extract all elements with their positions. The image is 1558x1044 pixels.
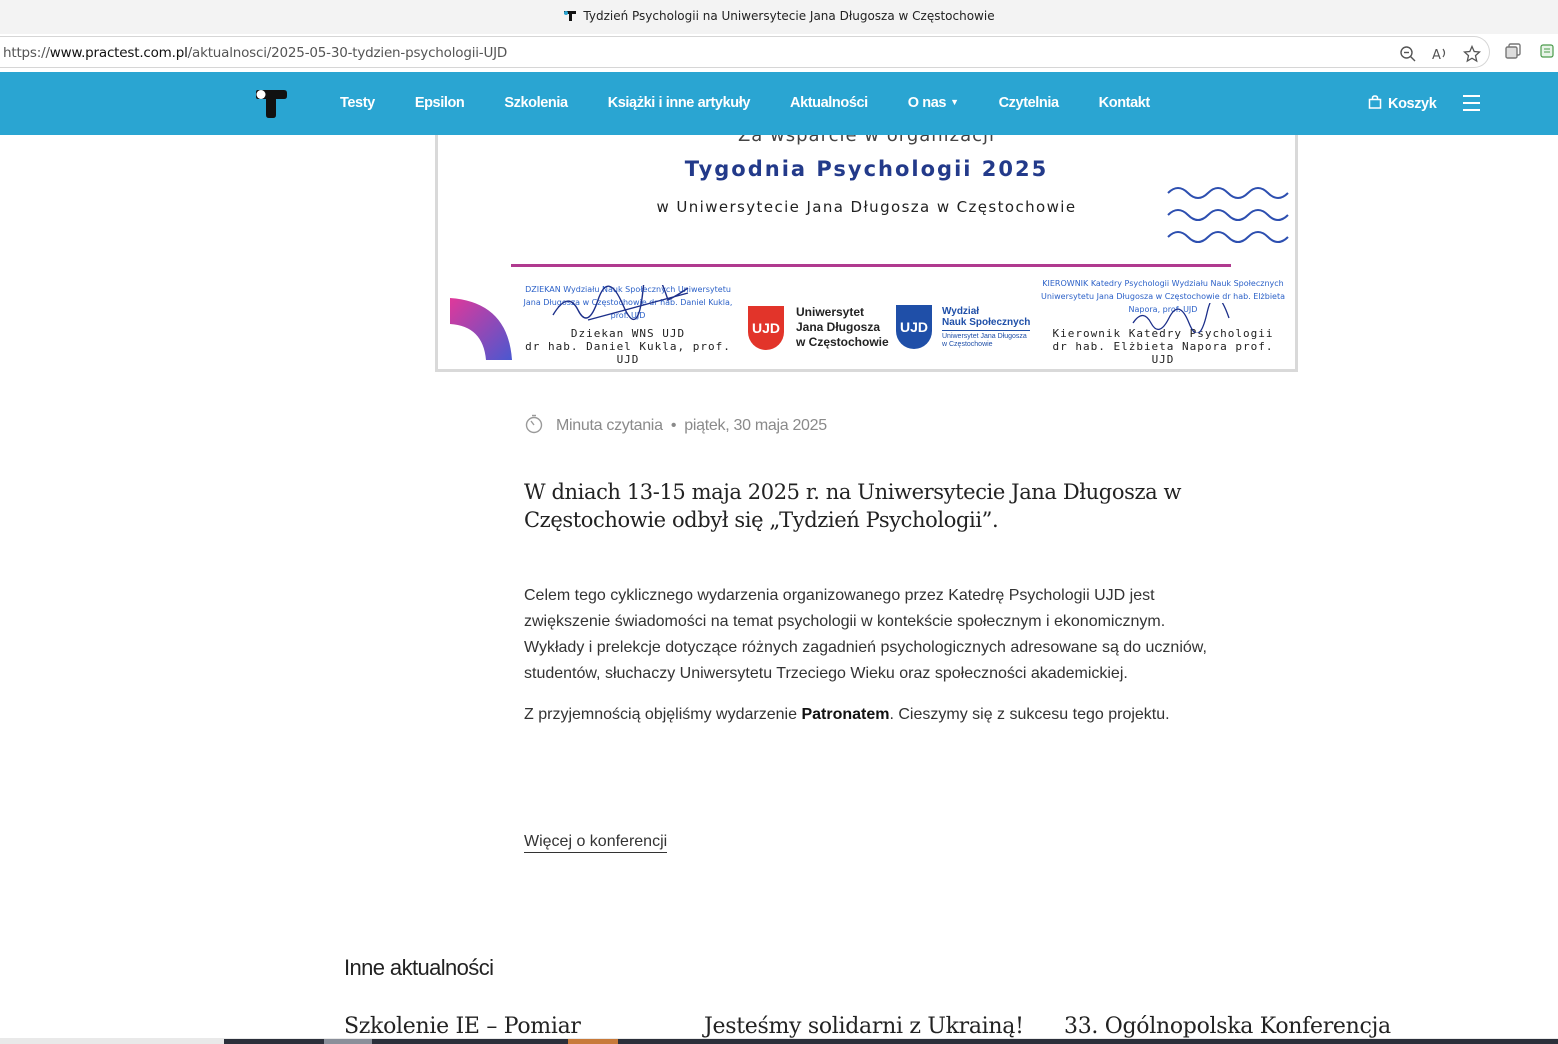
chevron-down-icon: ▼ [950, 97, 959, 107]
nav-item-czytelnia[interactable]: Czytelnia [999, 95, 1059, 111]
stopwatch-icon [525, 414, 543, 434]
zoom-out-icon[interactable] [1399, 45, 1417, 63]
article-hero-image: Za wsparcie w organizacji Tygodnia Psych… [435, 135, 1298, 372]
ujd-name-line-1: Uniwersytet [796, 305, 865, 319]
other-news-heading: Inne aktualności [344, 955, 494, 980]
ujd-name-line-2: Jana Długosza [796, 320, 881, 334]
url-domain: www.practest.com.pl [49, 45, 188, 61]
poster-headline: Tygodnia Psychologii 2025 [684, 157, 1049, 181]
cart-label: Koszyk [1388, 96, 1437, 112]
dean-handwritten-signature [552, 285, 689, 321]
dean-signature-block: DZIEKAN Wydziału Nauk Społecznych Uniwer… [518, 285, 738, 366]
wns-small-line-2: w Częstochowie [942, 340, 993, 348]
site-favicon-icon [564, 11, 577, 21]
head-name: dr hab. Elżbieta Napora prof. UJD [1052, 340, 1274, 366]
address-bar[interactable]: https://www.practest.com.pl/aktualnosci/… [0, 36, 1490, 68]
article-date: piątek, 30 maja 2025 [684, 417, 827, 434]
dean-name: dr hab. Daniel Kukla, prof. UJD [525, 340, 731, 366]
browser-title-bar: Tydzień Psychologii na Uniwersytecie Jan… [0, 0, 1558, 34]
taskbar-strip [0, 1038, 1558, 1044]
tab-title-row: Tydzień Psychologii na Uniwersytecie Jan… [0, 9, 1558, 23]
url-path: /aktualnosci/2025-05-30-tydzien-psycholo… [187, 45, 508, 61]
meta-separator: • [670, 417, 677, 434]
cart-button[interactable]: Koszyk [1368, 95, 1437, 112]
poster-divider [511, 264, 1231, 267]
svg-text:A: A [1432, 48, 1441, 63]
wns-name-line-2: Nauk Społecznych [942, 316, 1031, 328]
practest-logo-icon[interactable] [254, 89, 288, 119]
ujd-name-line-3: w Częstochowie [796, 335, 889, 349]
collections-icon[interactable] [1504, 42, 1522, 60]
main-menu: Testy Epsilon Szkolenia Książki i inne a… [340, 95, 1190, 111]
wns-small-line-1: Uniwersytet Jana Długosza [942, 332, 1027, 340]
wns-name-line-1: Wydział [942, 305, 980, 317]
read-aloud-icon[interactable]: A [1431, 45, 1449, 63]
poster-cut-line: Za wsparcie w organizacji [737, 135, 996, 146]
decorative-arc-icon [450, 298, 512, 360]
shopping-bag-icon [1368, 95, 1382, 109]
url-text[interactable]: https://www.practest.com.pl/aktualnosci/… [3, 45, 507, 61]
article-lead: W dniach 13-15 maja 2025 r. na Uniwersyt… [524, 480, 1182, 532]
article-meta: Minuta czytania • piątek, 30 maja 2025 [524, 414, 827, 435]
favorite-star-icon[interactable] [1463, 45, 1481, 63]
nav-item-szkolenia[interactable]: Szkolenia [504, 95, 568, 111]
url-prefix: https:// [3, 45, 50, 61]
ujd-logo-badge: UJD [748, 305, 784, 350]
article-paragraph-1: Celem tego cyklicznego wydarzenia organi… [524, 587, 1207, 682]
extension-icon[interactable] [1538, 42, 1556, 60]
tab-title: Tydzień Psychologii na Uniwersytecie Jan… [583, 9, 995, 23]
nav-item-epsilon[interactable]: Epsilon [415, 95, 465, 111]
site-navbar: Testy Epsilon Szkolenia Książki i inne a… [0, 72, 1558, 135]
dean-title: Dziekan WNS UJD [570, 327, 686, 340]
nav-item-aktualnosci[interactable]: Aktualności [790, 95, 868, 111]
news-card-title-2[interactable]: Jesteśmy solidarni z Ukrainą! [704, 1014, 1024, 1039]
nav-item-kontakt[interactable]: Kontakt [1099, 95, 1151, 111]
nav-item-testy[interactable]: Testy [340, 95, 375, 111]
article-paragraph-2: Z przyjemnością objęliśmy wydarzenie Pat… [524, 706, 1170, 723]
nav-item-o-nas-label: O nas [907, 95, 947, 111]
more-about-conference-link[interactable]: Więcej o konferencji [524, 833, 668, 853]
news-card-title-1[interactable]: Szkolenie IE – Pomiar [344, 1014, 581, 1039]
news-card-title-3[interactable]: 33. Ogólnopolska Konferencja [1064, 1014, 1391, 1039]
head-handwritten-signature [1132, 303, 1230, 333]
reading-time: Minuta czytania [556, 417, 663, 434]
nav-item-ksiazki[interactable]: Książki i inne artykuły [608, 95, 751, 111]
wns-logo-badge: UJD [896, 305, 932, 349]
ujd-logo: UJD Uniwersytet Jana Długosza w Częstoch… [748, 305, 889, 350]
hamburger-menu-icon[interactable] [1463, 95, 1480, 116]
nav-item-o-nas-dropdown[interactable]: O nas ▼ [908, 95, 959, 111]
wns-logo: UJD Wydział Nauk Społecznych Uniwersytet… [896, 305, 1031, 349]
decorative-waves-icon [1167, 187, 1289, 243]
patronage-bold: Patronatem [801, 706, 890, 723]
article-body: Celem tego cyklicznego wydarzenia organi… [524, 583, 1214, 743]
